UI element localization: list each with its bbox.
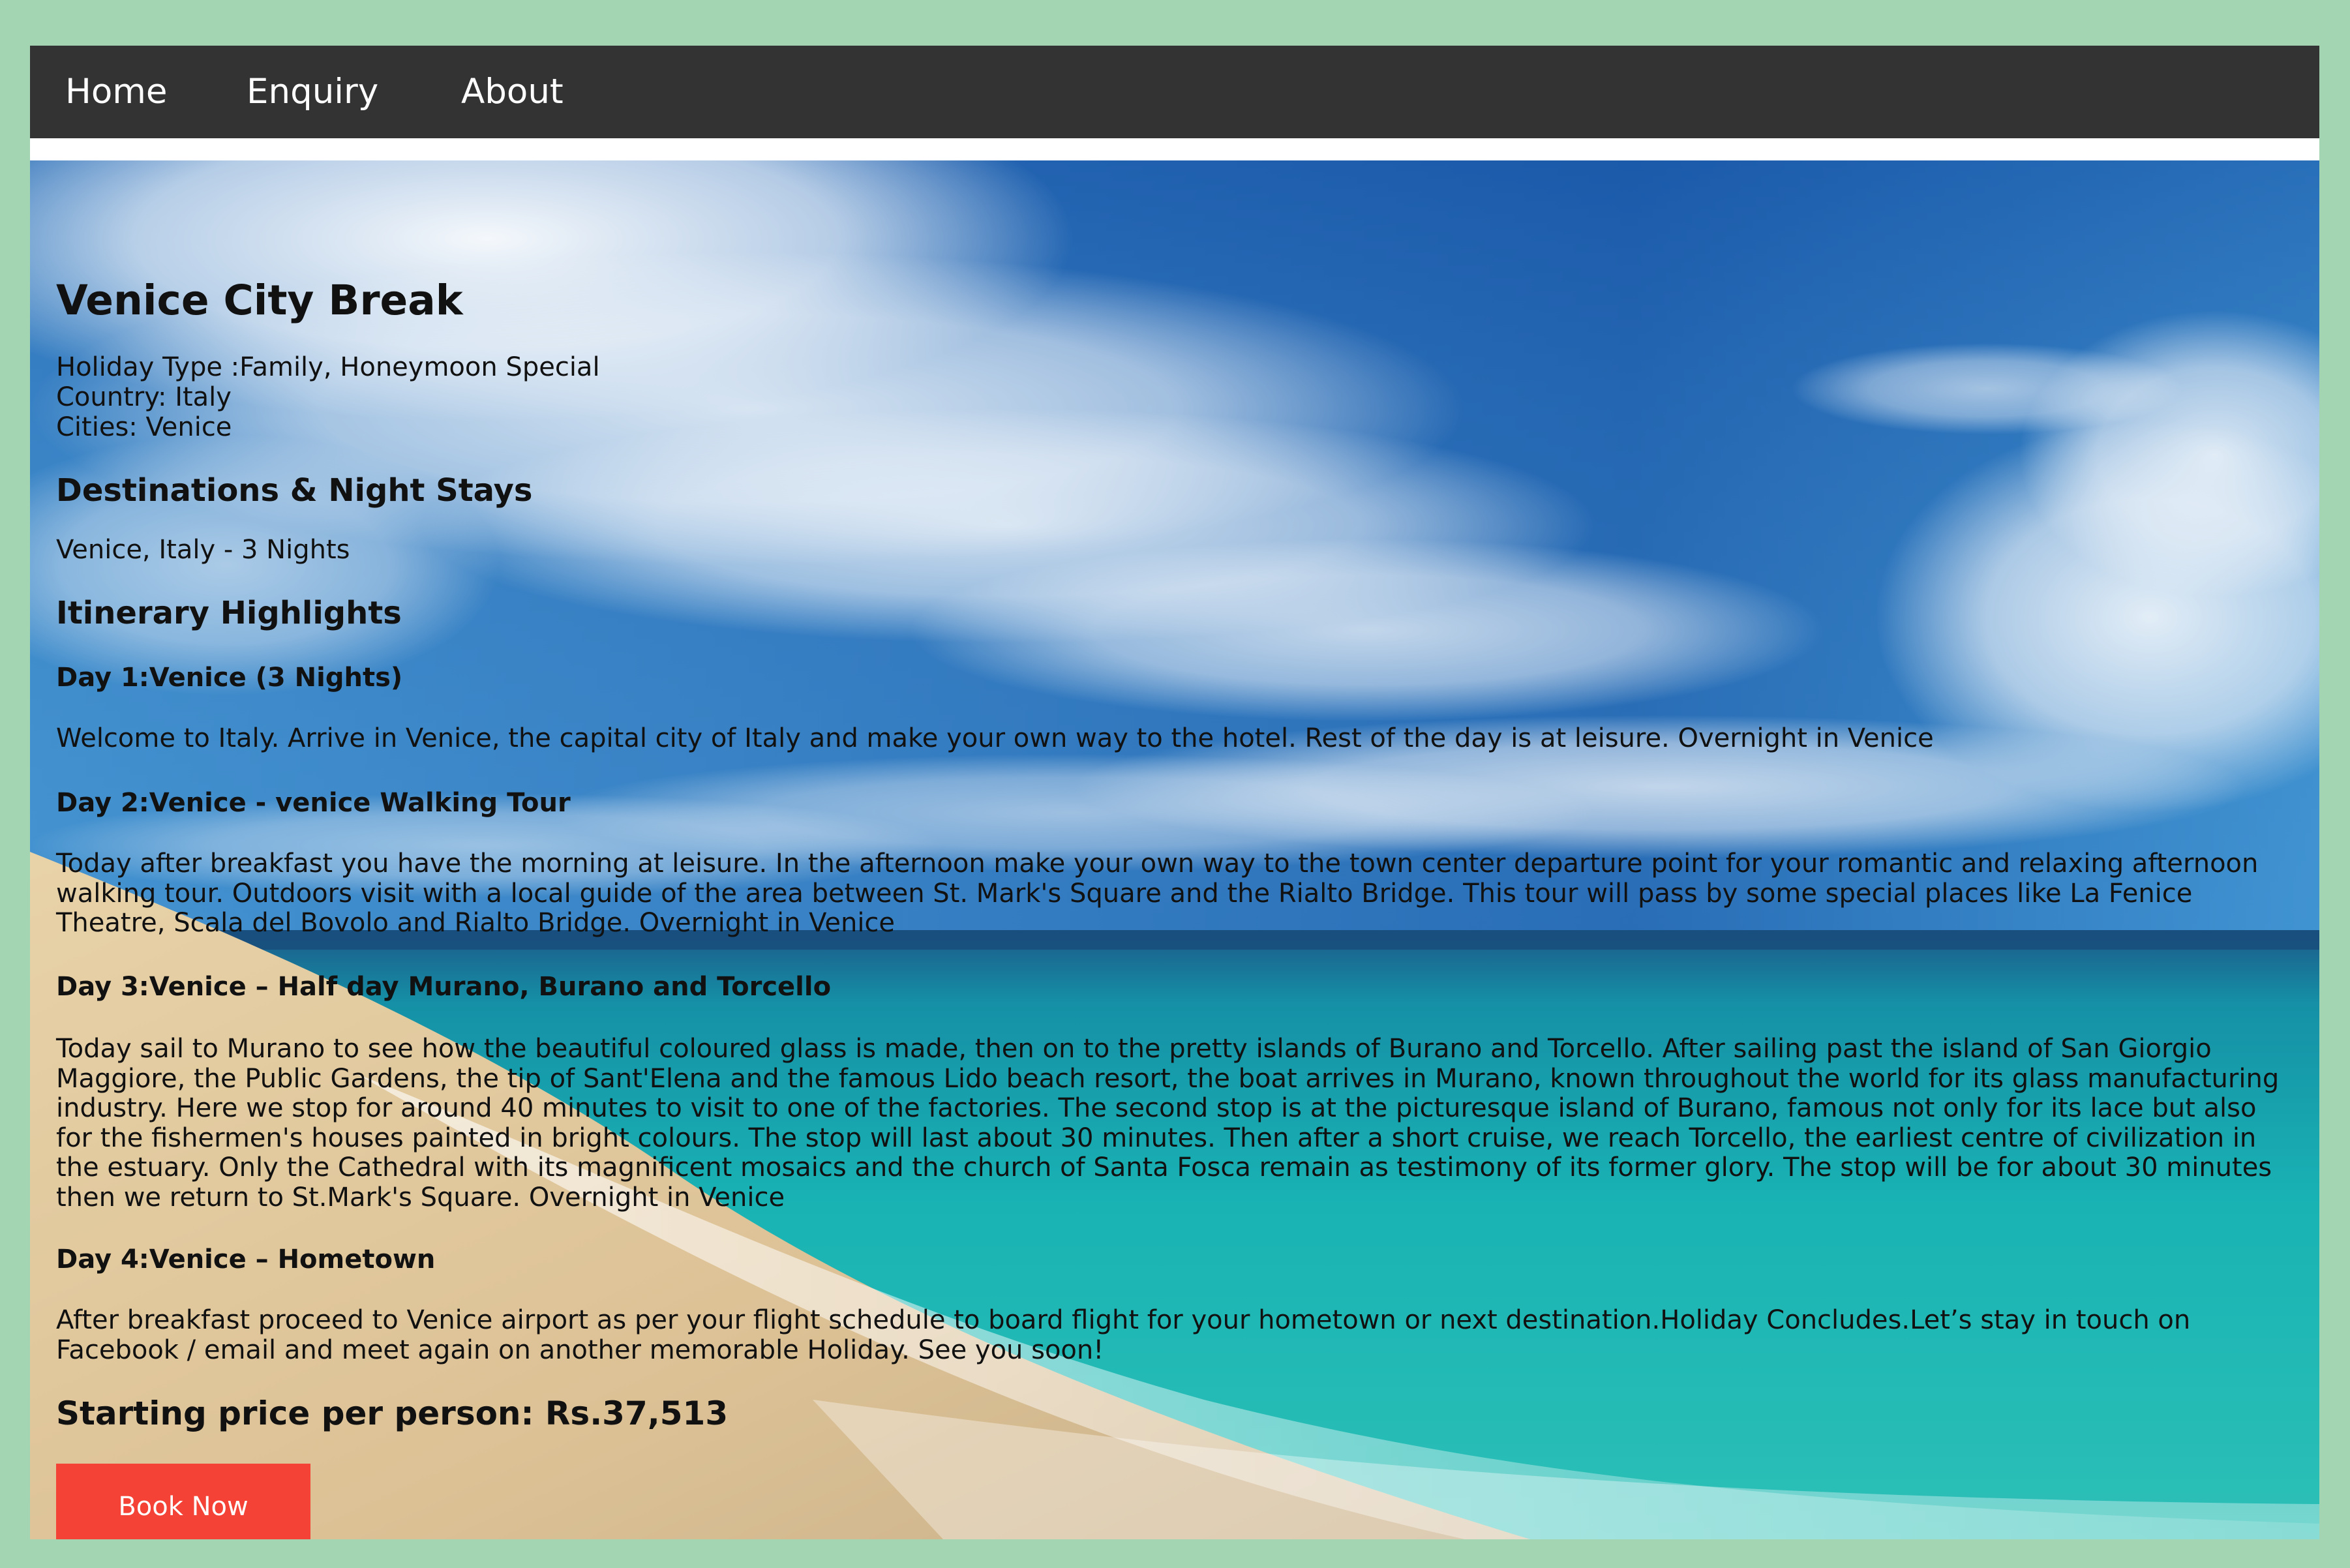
- day-2-title: Day 2:Venice - venice Walking Tour: [56, 788, 571, 818]
- tour-hero-section: Venice City Break Holiday Type :Family, …: [30, 160, 2319, 1539]
- day-4-description: After breakfast proceed to Venice airpor…: [56, 1305, 2191, 1365]
- destinations-text: Venice, Italy - 3 Nights: [56, 535, 350, 565]
- day-3-title: Day 3:Venice – Half day Murano, Burano a…: [56, 972, 832, 1002]
- day-3-description: Today sail to Murano to see how the beau…: [56, 1034, 2280, 1213]
- day-2-description: Today after breakfast you have the morni…: [56, 849, 2259, 938]
- day-1-description: Welcome to Italy. Arrive in Venice, the …: [56, 723, 1934, 753]
- tour-title: Venice City Break: [56, 277, 463, 324]
- day-1-title: Day 1:Venice (3 Nights): [56, 663, 403, 693]
- nav-enquiry-link[interactable]: Enquiry: [247, 46, 378, 138]
- tour-meta: Holiday Type :Family, Honeymoon Special …: [56, 352, 600, 442]
- book-now-button[interactable]: Book Now: [56, 1464, 310, 1539]
- itinerary-heading: Itinerary Highlights: [56, 595, 402, 631]
- page-frame: Home Enquiry About Venice City Break Hol…: [30, 46, 2319, 1539]
- top-navbar: Home Enquiry About: [30, 46, 2319, 138]
- country: Country: Italy: [56, 382, 232, 412]
- nav-home-link[interactable]: Home: [65, 46, 168, 138]
- destinations-heading: Destinations & Night Stays: [56, 472, 533, 509]
- cities: Cities: Venice: [56, 412, 232, 442]
- day-4-title: Day 4:Venice – Hometown: [56, 1244, 436, 1274]
- nav-about-link[interactable]: About: [461, 46, 564, 138]
- starting-price: Starting price per person: Rs.37,513: [56, 1395, 729, 1432]
- holiday-type: Holiday Type :Family, Honeymoon Special: [56, 352, 600, 382]
